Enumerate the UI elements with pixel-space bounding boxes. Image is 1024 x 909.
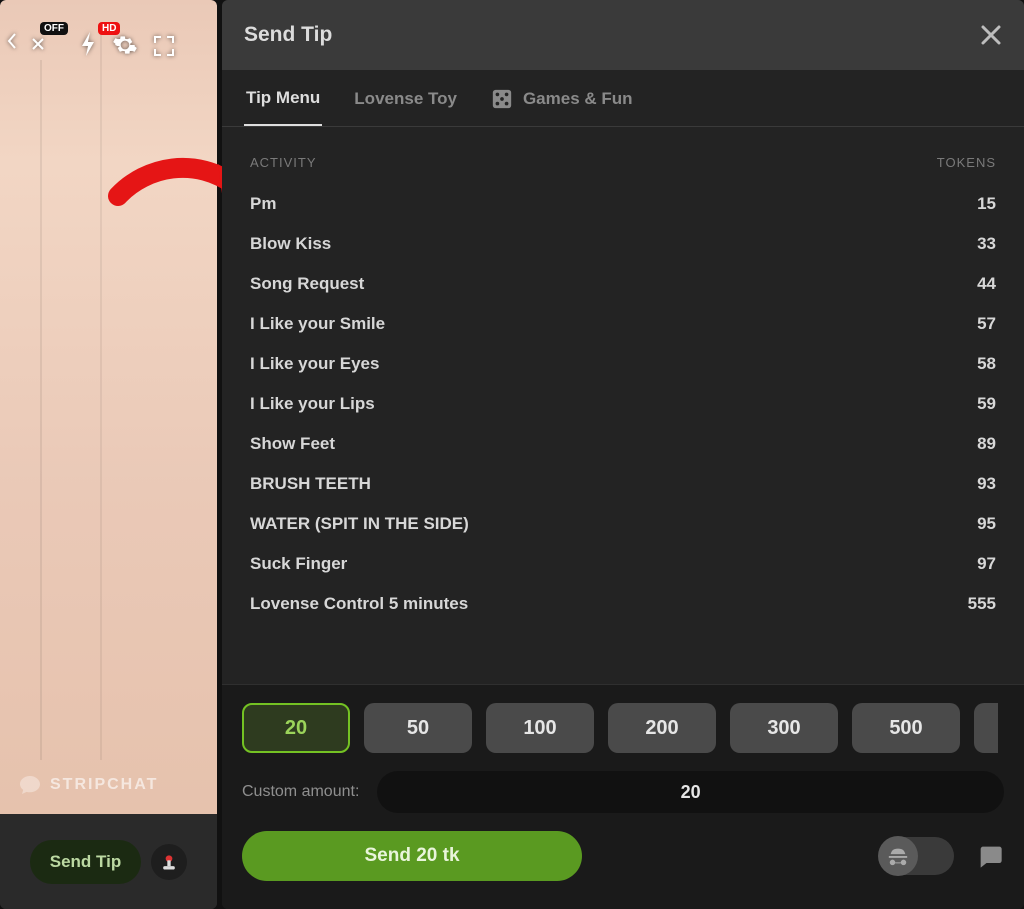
send-tip-modal: Send Tip Tip Menu Lovense Toy Games & Fu… [222,0,1024,909]
tab-tip-menu-label: Tip Menu [246,88,320,108]
tip-token-value: 15 [977,194,996,214]
tip-token-value: 57 [977,314,996,334]
tab-games-fun-label: Games & Fun [523,89,633,109]
tip-activity-label: BRUSH TEETH [250,474,371,494]
tip-activity-label: Blow Kiss [250,234,331,254]
send-tip-button-small-label: Send Tip [50,852,121,872]
tip-token-value: 97 [977,554,996,574]
send-button-label: Send 20 tk [364,845,459,866]
tip-menu-row[interactable]: Song Request 44 [250,264,996,304]
tip-token-value: 33 [977,234,996,254]
off-badge: OFF [40,22,68,35]
chat-icon[interactable] [976,842,1004,870]
custom-amount-row: Custom amount: [242,771,1004,813]
amount-chip-300[interactable]: 300 [730,703,838,753]
tip-token-value: 555 [968,594,996,614]
brand-watermark: STRIPCHAT [18,773,158,797]
send-row: Send 20 tk [242,831,1004,881]
amount-chip-200[interactable]: 200 [608,703,716,753]
brand-text: STRIPCHAT [50,776,158,794]
tip-activity-label: Suck Finger [250,554,347,574]
anonymous-toggle-knob [878,836,918,876]
app-root: OFF HD STRIPCHAT Send Tip [0,0,1024,909]
amount-chip-20[interactable]: 20 [242,703,350,753]
send-tip-button-small[interactable]: Send Tip [30,840,141,884]
stream-controls: OFF HD [0,0,217,72]
incognito-icon [887,845,909,867]
tip-menu-row[interactable]: BRUSH TEETH 93 [250,464,996,504]
stream-bottom-bar: Send Tip [0,814,217,909]
tip-menu-list: Pm 15 Blow Kiss 33 Song Request 44 I Like your… [222,184,1024,624]
tip-activity-label: I Like your Lips [250,394,375,414]
fullscreen-icon[interactable] [152,34,176,58]
tip-menu-row[interactable]: Blow Kiss 33 [250,224,996,264]
joystick-icon[interactable] [151,844,187,880]
custom-amount-input[interactable] [377,771,1004,813]
amount-chip-100[interactable]: 100 [486,703,594,753]
tip-menu-row[interactable]: Show Feet 89 [250,424,996,464]
amount-chip-50[interactable]: 50 [364,703,472,753]
modal-title: Send Tip [244,23,332,47]
amount-chip-500[interactable]: 500 [852,703,960,753]
tip-menu-row[interactable]: WATER (SPIT IN THE SIDE) 95 [250,504,996,544]
send-button[interactable]: Send 20 tk [242,831,582,881]
tab-lovense-toy-label: Lovense Toy [354,89,457,109]
close-icon[interactable] [980,24,1002,46]
tab-lovense-toy[interactable]: Lovense Toy [352,89,459,125]
tip-activity-label: Lovense Control 5 minutes [250,594,468,614]
speech-bubble-icon [18,773,42,797]
tip-menu-row[interactable]: I Like your Smile 57 [250,304,996,344]
spacer [222,624,1024,684]
list-header: ACTIVITY TOKENS [222,127,1024,184]
modal-tabs: Tip Menu Lovense Toy Games & Fun [222,70,1024,127]
list-header-activity: ACTIVITY [250,155,317,170]
stream-pane: OFF HD STRIPCHAT Send Tip [0,0,217,909]
tip-activity-label: Pm [250,194,276,214]
tip-activity-label: Song Request [250,274,364,294]
tip-token-value: 59 [977,394,996,414]
tip-menu-row[interactable]: I Like your Eyes 58 [250,344,996,384]
modal-header: Send Tip [222,0,1024,70]
tip-token-value: 89 [977,434,996,454]
tip-menu-row[interactable]: Suck Finger 97 [250,544,996,584]
amount-chip-more[interactable] [974,703,998,753]
tab-tip-menu[interactable]: Tip Menu [244,88,322,126]
tip-menu-row[interactable]: Pm 15 [250,184,996,224]
flash-icon[interactable] [78,30,98,58]
dice-icon [491,88,513,110]
x-icon [32,38,44,50]
custom-amount-label: Custom amount: [242,783,359,801]
tab-games-fun[interactable]: Games & Fun [489,88,635,126]
stream-video[interactable] [0,0,217,814]
modal-footer: 20 50 100 200 300 500 Custom amount: Send 20 … [222,684,1024,909]
tip-activity-label: I Like your Smile [250,314,385,334]
tip-token-value: 93 [977,474,996,494]
amount-chips: 20 50 100 200 300 500 [242,703,1004,753]
anonymous-toggle[interactable] [880,837,954,875]
tip-activity-label: Show Feet [250,434,335,454]
gear-icon[interactable] [112,32,138,58]
tip-token-value: 44 [977,274,996,294]
tip-activity-label: I Like your Eyes [250,354,379,374]
tip-token-value: 95 [977,514,996,534]
list-header-tokens: TOKENS [937,155,996,170]
caret-left-icon [6,32,18,50]
tip-menu-row[interactable]: Lovense Control 5 minutes 555 [250,584,996,624]
tip-activity-label: WATER (SPIT IN THE SIDE) [250,514,469,534]
send-row-actions [880,837,1004,875]
tip-menu-row[interactable]: I Like your Lips 59 [250,384,996,424]
tip-token-value: 58 [977,354,996,374]
